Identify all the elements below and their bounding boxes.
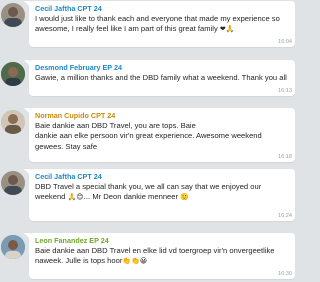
message-bubble[interactable]: Desmond February EP 24 Gawie, a million …: [24, 60, 295, 96]
message-row: Cecil Jaftha CPT 24 DBD Travel a special…: [0, 168, 300, 224]
message-text-continued: Mr Deon dankie menneer: [90, 192, 179, 202]
message-sender[interactable]: Cecil Jaftha CPT 24: [35, 172, 289, 181]
message-row: Norman Cupido CPT 24 Baie dankie aan DBD…: [0, 108, 300, 164]
message-bubble[interactable]: Cecil Jaftha CPT 24 DBD Travel a special…: [24, 169, 295, 221]
heart-praying-hands-emoji: ❤🙏: [219, 25, 235, 34]
avatar[interactable]: [1, 62, 25, 86]
message-text: Baie dankie aan DBD Travel en elke lid v…: [35, 246, 289, 267]
message-time: 16:18: [278, 154, 292, 160]
message-text: Gawie, a million thanks and the DBD fami…: [35, 73, 287, 82]
message-sender[interactable]: Leon Fanandez EP 24: [35, 236, 289, 245]
message-time: 16:24: [278, 213, 292, 219]
praying-hands-smile-emoji: 🙏😊...: [67, 193, 91, 202]
message-row: Leon Fanandez EP 24 Baie dankie aan DBD …: [0, 228, 300, 282]
avatar[interactable]: [1, 235, 25, 259]
message-text: Baie dankie aan DBD Travel, you are tops…: [35, 121, 262, 151]
message-time: 16:30: [278, 271, 292, 277]
avatar[interactable]: [1, 171, 25, 195]
avatar[interactable]: [1, 3, 25, 27]
message-text-content: I would just like to thank each and ever…: [35, 14, 280, 34]
message-row: Desmond February EP 24 Gawie, a million …: [0, 54, 300, 98]
message-text: I would just like to thank each and ever…: [35, 14, 289, 35]
message-bubble[interactable]: Cecil Jaftha CPT 24 I would just like to…: [24, 1, 295, 47]
message-sender[interactable]: Desmond February EP 24: [35, 63, 289, 72]
avatar[interactable]: [1, 110, 25, 134]
message-text-content: Baie dankie aan DBD Travel en elke lid v…: [35, 246, 275, 266]
message-text: DBD Travel a special thank you, we all c…: [35, 182, 289, 203]
message-bubble[interactable]: Leon Fanandez EP 24 Baie dankie aan DBD …: [24, 233, 295, 279]
smile-emoji: 🙂: [180, 193, 189, 202]
message-sender[interactable]: Cecil Jaftha CPT 24: [35, 4, 289, 13]
message-time: 16:04: [278, 39, 292, 45]
message-time: 16:13: [278, 88, 292, 94]
message-sender[interactable]: Norman Cupido CPT 24: [35, 111, 289, 120]
chat-message-list: Cecil Jaftha CPT 24 I would just like to…: [0, 0, 300, 282]
clapping-grin-emoji: 👏👏😀: [122, 257, 148, 266]
message-bubble[interactable]: Norman Cupido CPT 24 Baie dankie aan DBD…: [24, 108, 295, 162]
message-row: Cecil Jaftha CPT 24 I would just like to…: [0, 0, 300, 50]
